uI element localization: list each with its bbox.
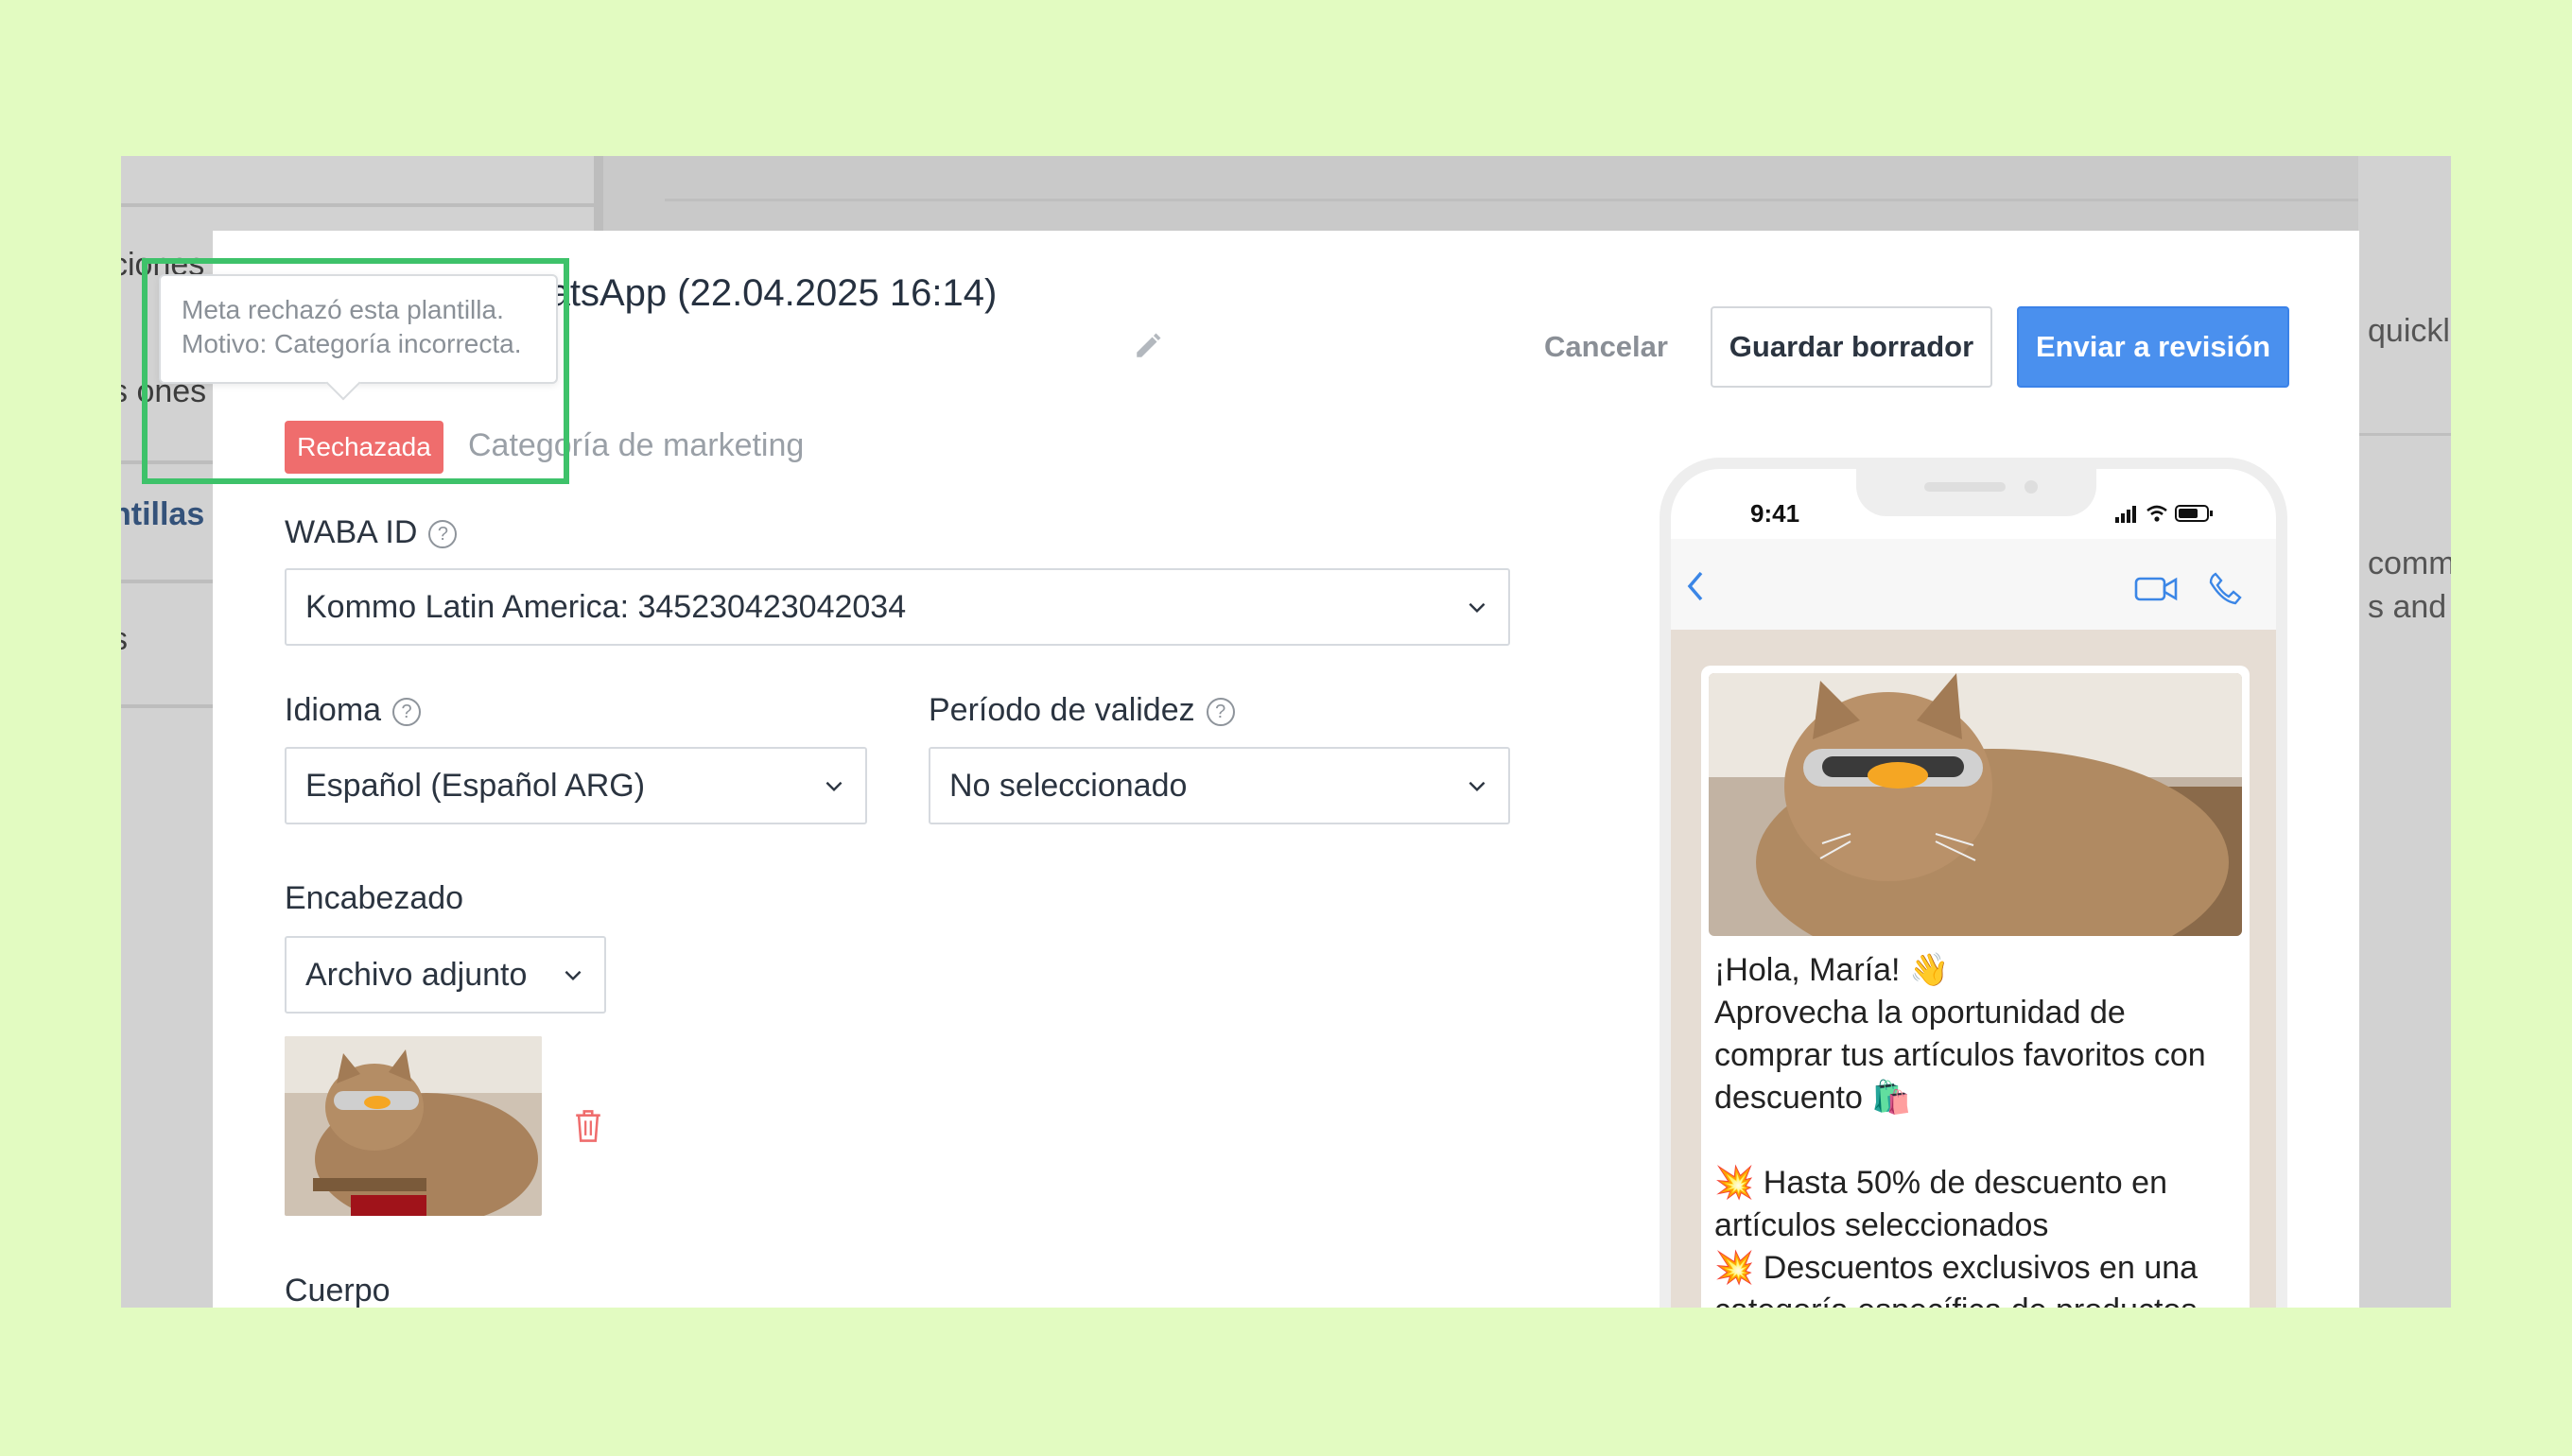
header-image-thumbnail[interactable] <box>285 1036 542 1216</box>
message-line: Aprovecha la oportunidad de comprar tus … <box>1714 995 2206 1116</box>
message-line: 💥 Hasta 50% de descuento en artículos se… <box>1714 1165 2167 1243</box>
language-value: Español (Español ARG) <box>305 768 646 804</box>
tooltip-line: Meta rechazó esta plantilla. <box>182 295 504 324</box>
validity-value: No seleccionado <box>949 768 1188 804</box>
background-right-panel: quickl comm s and <box>2358 156 2451 1308</box>
back-icon[interactable] <box>1684 569 1707 603</box>
body-label: Cuerpo <box>285 1273 391 1308</box>
background-divider <box>665 199 2451 201</box>
waba-id-label: WABA ID? <box>285 514 458 551</box>
battery-icon <box>2175 505 2213 522</box>
background-text: comm <box>2368 546 2451 581</box>
cancel-button[interactable]: Cancelar <box>1537 306 1676 388</box>
header-type-select[interactable]: Archivo adjunto <box>285 936 606 1014</box>
waba-id-value: Kommo Latin America: 345230423042034 <box>305 589 907 625</box>
tooltip-line: Motivo: Categoría incorrecta. <box>182 329 522 358</box>
chevron-down-icon <box>565 970 582 981</box>
waba-id-select[interactable]: Kommo Latin America: 345230423042034 <box>285 568 1510 646</box>
phone-clock: 9:41 <box>1750 499 1800 528</box>
video-icon[interactable] <box>2134 575 2178 603</box>
background-text: s and <box>2368 589 2447 625</box>
header-type-value: Archivo adjunto <box>305 957 528 993</box>
message-text: ¡Hola, María! 👋 Aprovecha la oportunidad… <box>1714 949 2240 1308</box>
pencil-icon[interactable] <box>1133 329 1165 361</box>
help-icon[interactable]: ? <box>392 698 422 727</box>
chat-header <box>1671 539 2276 632</box>
help-icon[interactable]: ? <box>428 520 458 549</box>
phone-preview: 9:41 ¡Hola, María! 👋 Aprovecha la oportu… <box>1660 458 2287 1308</box>
phone-notch <box>1856 469 2096 516</box>
rejection-tooltip: Meta rechazó esta plantilla. Motivo: Cat… <box>159 274 558 401</box>
chevron-down-icon <box>1468 602 1486 614</box>
message-line <box>1714 1119 2240 1162</box>
chevron-down-icon <box>825 781 843 792</box>
phone-icon[interactable] <box>2208 571 2242 605</box>
chevron-down-icon <box>1468 781 1486 792</box>
send-for-review-button[interactable]: Enviar a revisión <box>2017 306 2289 388</box>
message-line: 💥 Descuentos exclusivos en una categoría… <box>1714 1250 2198 1308</box>
validity-label-text: Período de validez <box>929 692 1195 728</box>
background-sidebar-item: s <box>121 621 128 658</box>
signal-icon <box>2115 506 2136 523</box>
background-sidebar-item-active: ntillas <box>121 496 205 532</box>
save-draft-button[interactable]: Guardar borrador <box>1711 306 1992 388</box>
wifi-icon <box>2146 505 2167 522</box>
language-select[interactable]: Español (Español ARG) <box>285 747 867 824</box>
trash-icon[interactable] <box>572 1107 604 1145</box>
validity-label: Período de validez? <box>929 692 1235 729</box>
waba-id-label-text: WABA ID <box>285 514 418 550</box>
chat-background: ¡Hola, María! 👋 Aprovecha la oportunidad… <box>1671 630 2276 1308</box>
message-image <box>1709 673 2242 936</box>
validity-select[interactable]: No seleccionado <box>929 747 1510 824</box>
language-label-text: Idioma <box>285 692 382 728</box>
message-bubble: ¡Hola, María! 👋 Aprovecha la oportunidad… <box>1701 666 2250 1308</box>
header-label: Encabezado <box>285 880 464 916</box>
help-icon[interactable]: ? <box>1206 698 1235 727</box>
language-label: Idioma? <box>285 692 422 729</box>
background-text: quickl <box>2368 313 2450 349</box>
status-icons <box>2115 505 2213 523</box>
message-line: ¡Hola, María! 👋 <box>1714 952 1950 988</box>
